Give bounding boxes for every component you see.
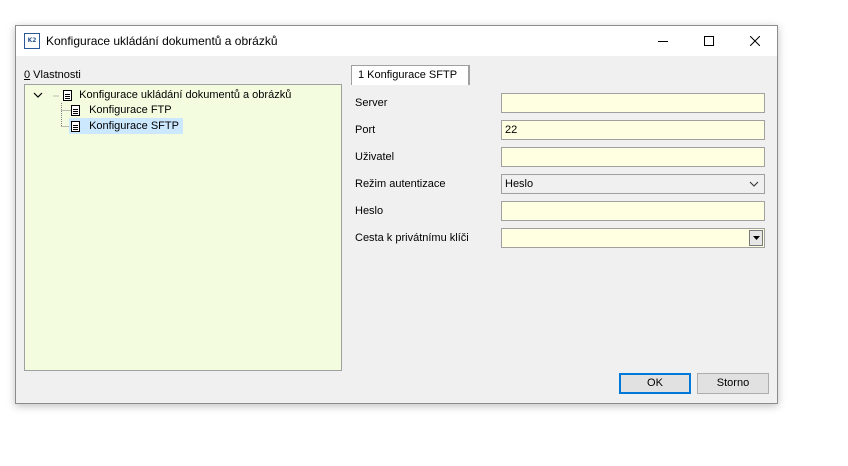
tab-sftp[interactable]: 1 Konfigurace SFTP: [351, 65, 469, 85]
maximize-icon: [704, 36, 714, 46]
document-icon: [63, 89, 73, 101]
private-key-dropdown-button[interactable]: [749, 230, 763, 246]
tree-item-label: Konfigurace SFTP: [89, 120, 179, 132]
user-label: Uživatel: [355, 151, 395, 163]
window-title: Konfigurace ukládání dokumentů a obrázků: [46, 34, 278, 48]
server-input[interactable]: [501, 93, 765, 113]
chevron-down-icon[interactable]: [749, 180, 759, 188]
cancel-button[interactable]: Storno: [697, 373, 769, 394]
user-input[interactable]: [501, 147, 765, 167]
properties-tree[interactable]: Konfigurace ukládání dokumentů a obrázků…: [24, 84, 342, 371]
tree-item-label: Konfigurace ukládání dokumentů a obrázků: [79, 89, 292, 101]
password-input[interactable]: [501, 201, 765, 221]
tree-item-label: Konfigurace FTP: [89, 104, 172, 116]
private-key-label: Cesta k privátnímu klíči: [355, 232, 469, 244]
title-bar: K2 Konfigurace ukládání dokumentů a obrá…: [16, 26, 777, 56]
dropdown-arrow-icon: [752, 236, 760, 240]
dialog-window: K2 Konfigurace ukládání dokumentů a obrá…: [15, 25, 778, 404]
document-icon: [71, 104, 80, 116]
tab-divider: [469, 65, 470, 85]
chevron-down-icon[interactable]: [33, 90, 43, 100]
tree-item-ftp[interactable]: Konfigurace FTP: [71, 102, 172, 118]
password-label: Heslo: [355, 205, 384, 217]
tree-item-sftp[interactable]: Konfigurace SFTP: [69, 118, 183, 134]
close-icon: [750, 36, 760, 46]
port-label: Port: [355, 124, 376, 136]
auth-mode-select[interactable]: Heslo: [501, 174, 765, 194]
app-icon: K2: [24, 33, 40, 49]
server-label: Server: [355, 97, 388, 109]
close-button[interactable]: [732, 26, 778, 56]
minimize-icon: [658, 41, 668, 42]
port-input[interactable]: 22: [501, 120, 765, 140]
tree-item-root[interactable]: Konfigurace ukládání dokumentů a obrázků: [33, 87, 291, 103]
auth-mode-value: Heslo: [505, 178, 534, 190]
ok-button[interactable]: OK: [619, 373, 691, 394]
properties-label: 0 Vlastnosti: [24, 69, 81, 81]
maximize-button[interactable]: [686, 26, 732, 56]
auth-mode-label: Režim autentizace: [355, 178, 446, 190]
private-key-combo[interactable]: [501, 228, 765, 248]
document-icon: [71, 120, 80, 132]
minimize-button[interactable]: [640, 26, 686, 56]
